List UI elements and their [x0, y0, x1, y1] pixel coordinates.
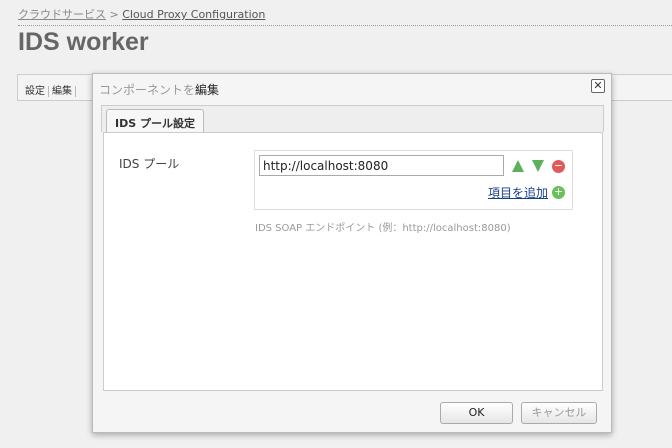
- edit-component-dialog: コンポーネントを編集 ✕ IDS プール設定 IDS プール − 項目を追加 +…: [92, 73, 612, 433]
- add-item-link[interactable]: 項目を追加: [488, 184, 548, 201]
- ok-button[interactable]: OK: [440, 402, 513, 424]
- settings-button[interactable]: 設定: [22, 86, 49, 97]
- dialog-title-suffix: 編集: [195, 83, 220, 97]
- dialog-title: コンポーネントを編集: [99, 81, 219, 98]
- field-label: IDS プール: [119, 157, 180, 171]
- remove-icon[interactable]: −: [552, 160, 565, 173]
- move-down-icon[interactable]: [532, 160, 544, 172]
- tab-panel: IDS プール − 項目を追加 + IDS SOAP エンドポイント (例：ht…: [103, 132, 603, 391]
- dialog-title-prefix: コンポーネントを: [99, 83, 196, 97]
- add-icon[interactable]: +: [552, 186, 565, 199]
- breadcrumb-sep: >: [109, 8, 119, 21]
- field-hint: IDS SOAP エンドポイント (例：http://localhost:808…: [255, 223, 511, 234]
- multifield: − 項目を追加 +: [254, 150, 573, 210]
- breadcrumb: クラウドサービス > Cloud Proxy Configuration: [18, 6, 265, 22]
- divider: [18, 25, 672, 26]
- breadcrumb-current[interactable]: Cloud Proxy Configuration: [122, 8, 265, 21]
- cancel-button[interactable]: キャンセル: [521, 402, 597, 424]
- close-icon[interactable]: ✕: [591, 79, 605, 93]
- ids-pool-url-input[interactable]: [259, 155, 504, 176]
- tab-ids-pool-settings[interactable]: IDS プール設定: [106, 109, 204, 134]
- move-up-icon[interactable]: [512, 160, 524, 172]
- edit-button[interactable]: 編集: [49, 86, 76, 97]
- tab-bar: IDS プール設定: [101, 105, 604, 134]
- page-title: IDS worker: [18, 28, 149, 56]
- breadcrumb-root[interactable]: クラウドサービス: [18, 8, 106, 21]
